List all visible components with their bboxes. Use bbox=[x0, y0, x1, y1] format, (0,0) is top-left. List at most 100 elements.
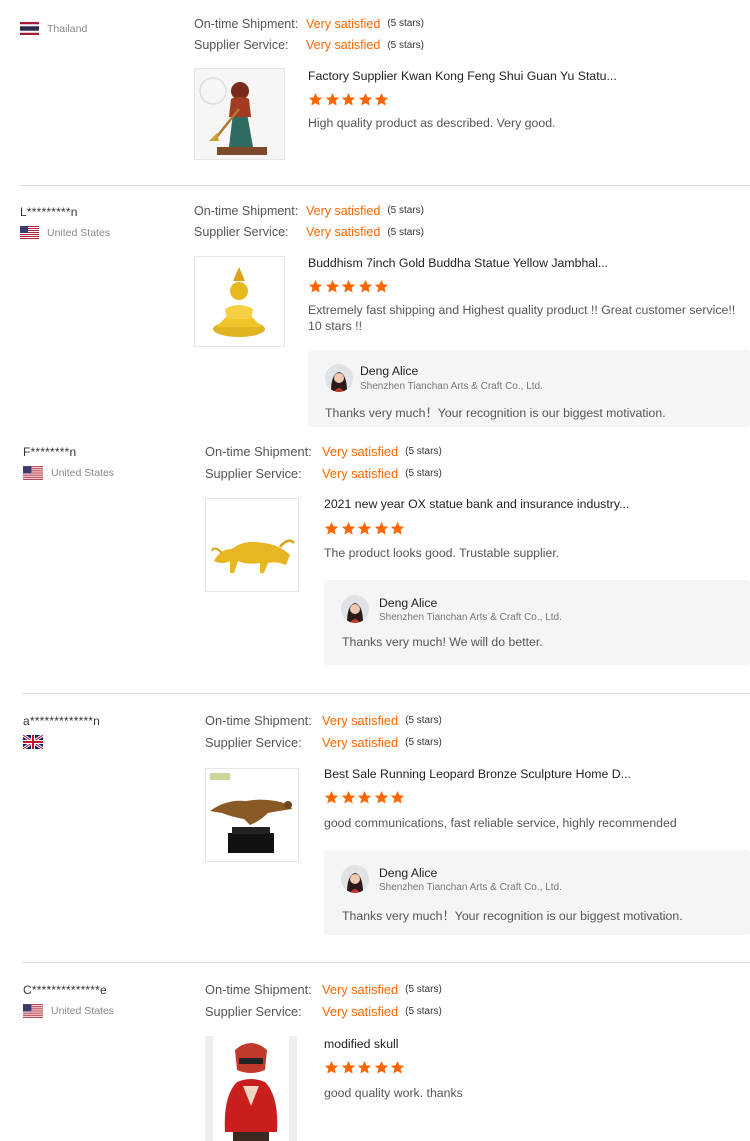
reply-author-name: Deng Alice bbox=[379, 866, 438, 880]
rating-summary: On-time Shipment: Very satisfied (5 star… bbox=[194, 200, 424, 243]
review-comment: good communications, fast reliable servi… bbox=[324, 816, 677, 830]
star-icon bbox=[357, 1060, 372, 1075]
star-icon bbox=[341, 279, 356, 294]
reply-text: Thanks very much！Your recognition is our… bbox=[325, 406, 666, 420]
country-name: Thailand bbox=[47, 22, 88, 35]
service-value: Very satisfied bbox=[306, 38, 381, 53]
reviewer-country: United States bbox=[20, 226, 110, 239]
rating-stars bbox=[324, 790, 405, 805]
reply-company: Shenzhen Tianchan Arts & Craft Co., Ltd. bbox=[379, 882, 562, 893]
service-label: Supplier Service: bbox=[205, 734, 302, 750]
guan-yu-statue-image[interactable] bbox=[194, 68, 285, 160]
rating-stars bbox=[324, 1060, 405, 1075]
gold-ox-statue-image[interactable] bbox=[205, 498, 299, 592]
star-icon bbox=[374, 790, 389, 805]
rating-summary: On-time Shipment: Very satisfied (5 star… bbox=[205, 441, 442, 484]
shipment-value: Very satisfied bbox=[322, 713, 399, 729]
shipment-value: Very satisfied bbox=[322, 444, 399, 460]
star-icon bbox=[390, 521, 405, 536]
divider bbox=[22, 693, 750, 694]
service-stars: (5 stars) bbox=[405, 736, 442, 748]
shipment-label: On-time Shipment: bbox=[194, 203, 299, 218]
review-comment: Extremely fast shipping and Highest qual… bbox=[308, 303, 736, 333]
service-value: Very satisfied bbox=[322, 465, 399, 481]
shipment-value: Very satisfied bbox=[306, 203, 381, 218]
shipment-stars: (5 stars) bbox=[387, 205, 425, 217]
gold-buddha-statue-image[interactable] bbox=[194, 256, 285, 347]
service-stars: (5 stars) bbox=[405, 1005, 442, 1017]
rating-stars bbox=[324, 521, 405, 536]
star-icon bbox=[341, 1060, 356, 1075]
reviewer-country: United States bbox=[23, 466, 114, 480]
review-comment: good quality work. thanks bbox=[324, 1086, 463, 1100]
country-name: United States bbox=[51, 1005, 115, 1017]
product-title-link[interactable]: 2021 new year OX statue bank and insuran… bbox=[324, 497, 629, 511]
star-icon bbox=[357, 521, 372, 536]
service-stars: (5 stars) bbox=[387, 39, 425, 51]
us-flag-icon bbox=[23, 466, 43, 480]
review-comment: High quality product as described. Very … bbox=[308, 116, 556, 130]
review-comment: The product looks good. Trustable suppli… bbox=[324, 546, 560, 560]
product-title-link[interactable]: Best Sale Running Leopard Bronze Sculptu… bbox=[324, 767, 631, 781]
star-icon bbox=[341, 521, 356, 536]
star-icon bbox=[308, 92, 323, 107]
shipment-stars: (5 stars) bbox=[405, 446, 442, 458]
service-stars: (5 stars) bbox=[387, 226, 425, 238]
service-label: Supplier Service: bbox=[194, 38, 289, 53]
rating-summary: On-time Shipment: Very satisfied (5 star… bbox=[205, 979, 442, 1022]
skull-bust-image[interactable] bbox=[205, 1036, 297, 1141]
star-icon bbox=[374, 521, 389, 536]
leopard-sculpture-image[interactable] bbox=[205, 768, 299, 862]
shipment-label: On-time Shipment: bbox=[205, 713, 312, 729]
us-flag-icon bbox=[20, 226, 39, 239]
service-label: Supplier Service: bbox=[194, 225, 289, 240]
star-icon bbox=[341, 790, 356, 805]
reviewer-name: L*********n bbox=[20, 205, 78, 219]
star-icon bbox=[390, 790, 405, 805]
product-title-link[interactable]: Buddhism 7inch Gold Buddha Statue Yellow… bbox=[308, 256, 608, 270]
service-value: Very satisfied bbox=[322, 1003, 399, 1019]
reviewer-name: C**************e bbox=[23, 983, 107, 997]
reviewer-country: Thailand bbox=[20, 22, 87, 35]
country-name: United States bbox=[51, 467, 115, 479]
star-icon bbox=[308, 279, 323, 294]
service-value: Very satisfied bbox=[322, 734, 399, 750]
shipment-value: Very satisfied bbox=[322, 982, 399, 998]
star-icon bbox=[357, 790, 372, 805]
reviewer-info: a*************n bbox=[23, 714, 100, 749]
service-stars: (5 stars) bbox=[405, 467, 442, 479]
us-flag-icon bbox=[23, 1004, 43, 1018]
rating-stars bbox=[308, 279, 389, 294]
reviewer-country bbox=[23, 735, 100, 749]
product-title-link[interactable]: Factory Supplier Kwan Kong Feng Shui Gua… bbox=[308, 69, 617, 83]
reply-author-name: Deng Alice bbox=[360, 364, 419, 378]
star-icon bbox=[324, 521, 339, 536]
divider bbox=[22, 962, 750, 963]
product-title-link[interactable]: modified skull bbox=[324, 1037, 399, 1051]
shipment-value: Very satisfied bbox=[306, 16, 381, 31]
star-icon bbox=[324, 790, 339, 805]
country-name: United States bbox=[47, 226, 111, 239]
thailand-flag-icon bbox=[20, 22, 39, 35]
supplier-reply: Deng Alice Shenzhen Tianchan Arts & Craf… bbox=[324, 850, 750, 935]
service-label: Supplier Service: bbox=[205, 1003, 302, 1019]
reply-text: Thanks very much！Your recognition is our… bbox=[342, 909, 683, 923]
reviewer-name bbox=[20, 8, 87, 22]
star-icon bbox=[374, 279, 389, 294]
star-icon bbox=[374, 92, 389, 107]
shipment-stars: (5 stars) bbox=[387, 18, 425, 30]
rating-summary: On-time Shipment: Very satisfied (5 star… bbox=[205, 710, 442, 753]
supplier-reply: Deng Alice Shenzhen Tianchan Arts & Craf… bbox=[308, 350, 750, 427]
star-icon bbox=[341, 92, 356, 107]
avatar bbox=[325, 364, 353, 392]
divider bbox=[20, 185, 750, 186]
shipment-label: On-time Shipment: bbox=[205, 982, 312, 998]
avatar bbox=[341, 595, 369, 623]
reply-company: Shenzhen Tianchan Arts & Craft Co., Ltd. bbox=[379, 612, 562, 623]
supplier-reply: Deng Alice Shenzhen Tianchan Arts & Craf… bbox=[324, 580, 750, 665]
shipment-label: On-time Shipment: bbox=[205, 444, 312, 460]
rating-stars bbox=[308, 92, 389, 107]
reply-text: Thanks very much! We will do better. bbox=[342, 635, 543, 649]
avatar bbox=[341, 865, 369, 893]
shipment-stars: (5 stars) bbox=[405, 984, 442, 996]
